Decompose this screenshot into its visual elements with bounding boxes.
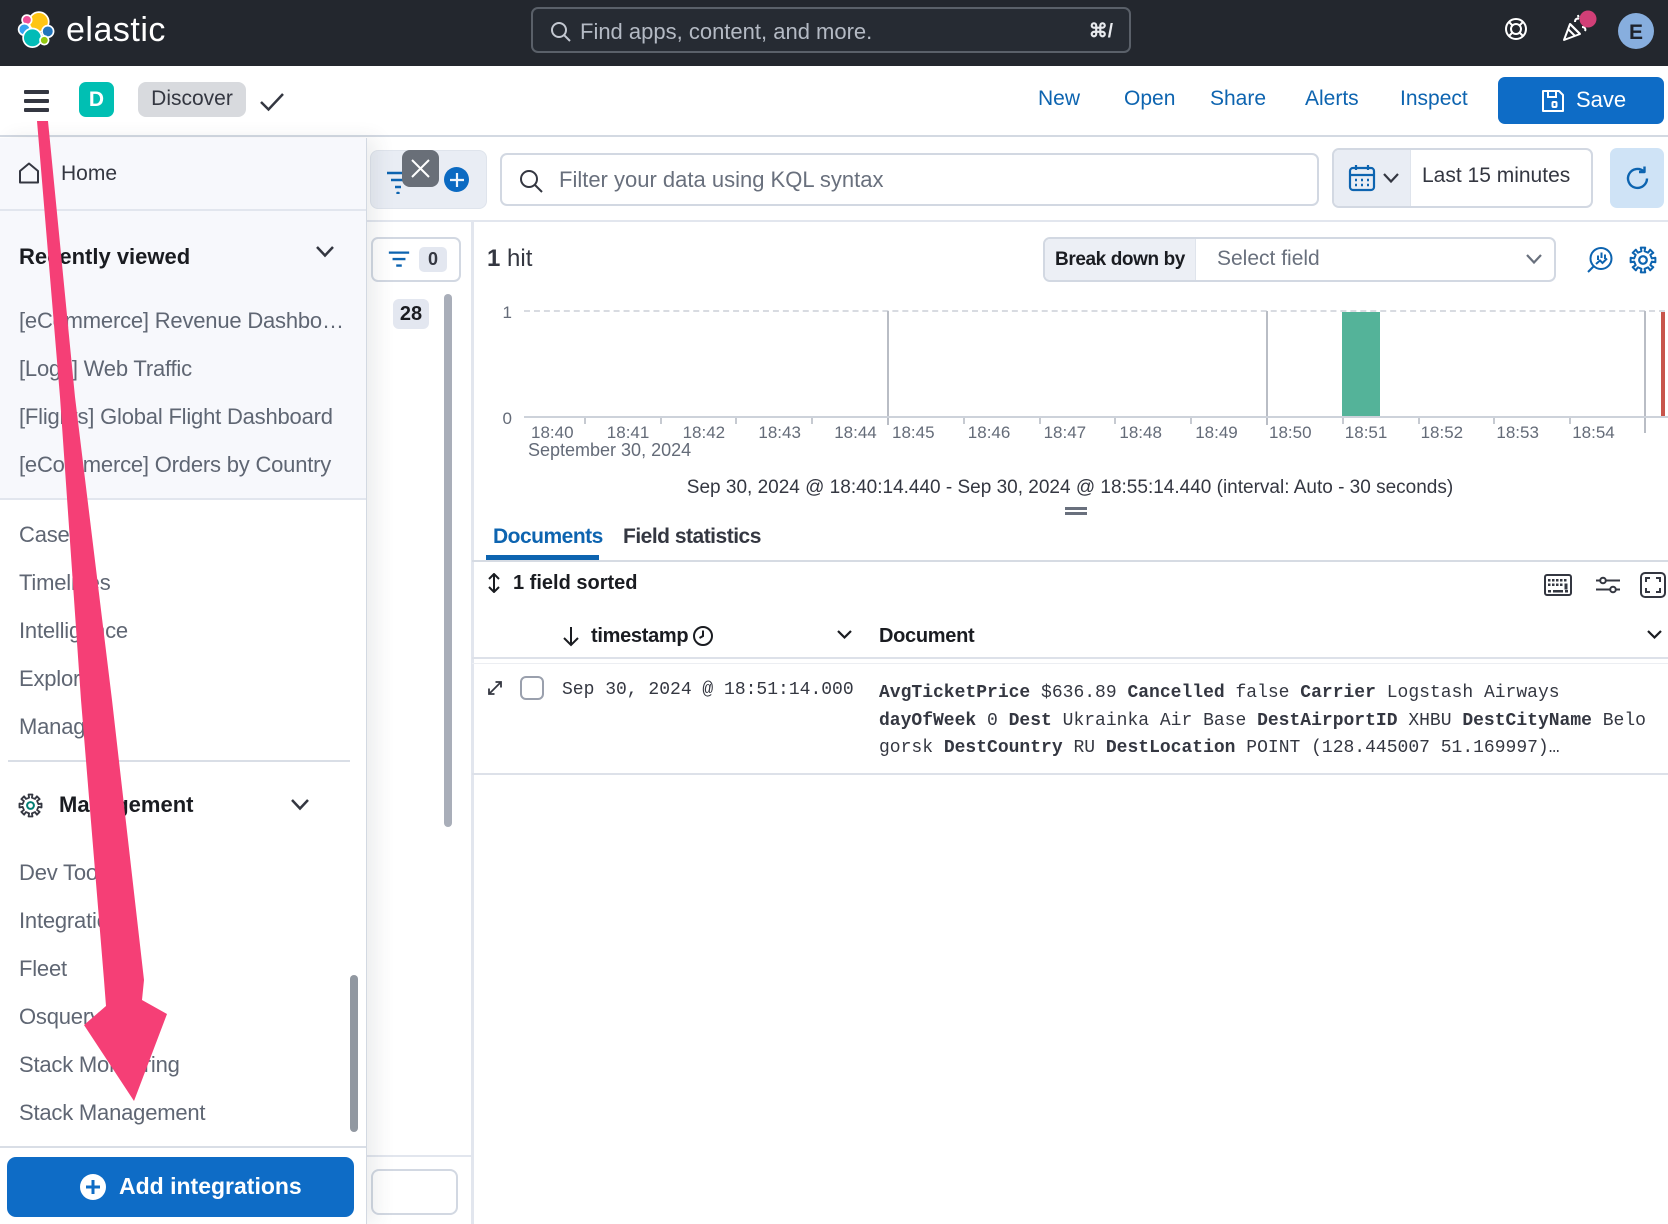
svg-text:E: E xyxy=(1629,21,1643,44)
